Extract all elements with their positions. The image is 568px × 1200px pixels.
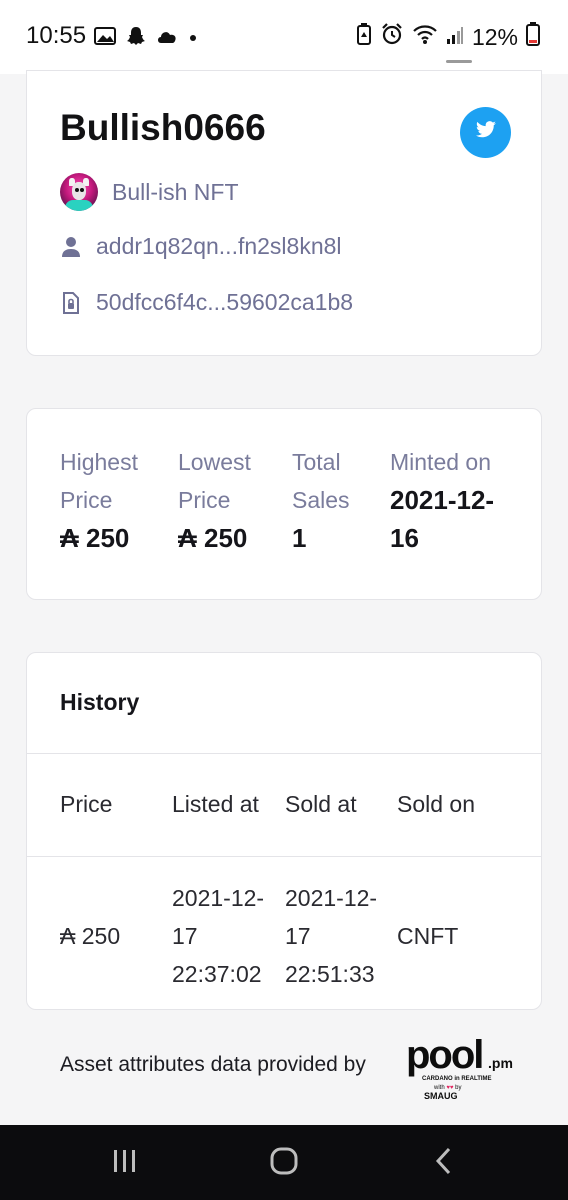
svg-text:.pm: .pm [488,1055,513,1071]
signal-icon [446,24,464,51]
collection-row[interactable]: Bull-ish NFT [60,173,239,211]
android-nav-bar [0,1125,568,1200]
twitter-share-button[interactable] [460,107,511,158]
cell-listed-at: 2021-12-17 22:37:02 [172,885,265,987]
column-header-sold-at: Sold at [285,791,357,817]
owner-address: addr1q82qn...fn2sl8kn8l [96,233,342,259]
status-bar: 10:55 12% [0,0,568,74]
alarm-icon [380,22,404,52]
scroll-indicator [72,60,472,66]
policy-file-icon [60,291,82,314]
cell-sold-at: 2021-12-17 22:51:33 [285,885,378,987]
cell-price: ₳ 250 [60,923,121,949]
recents-button[interactable] [95,1143,155,1183]
stat-value: ₳ 250 [178,523,248,553]
history-card: History Price Listed at Sold at Sold on … [26,652,542,1010]
divider [27,856,541,857]
system-icons: 12% [356,22,540,52]
collection-avatar [60,173,98,211]
stat-value: ₳ 250 [60,523,130,553]
stat-value: 2021-12-16 [390,485,495,553]
dot-icon [188,30,198,48]
attribution-text: Asset attributes data provided by [60,1053,366,1076]
user-icon [60,236,82,258]
column-header-price: Price [60,791,113,817]
poolpm-logo[interactable]: pool .pm CARDANO in REALTIME with ♥♥ by … [406,1033,518,1102]
snapchat-icon [126,26,146,51]
back-icon [433,1146,455,1181]
stat-label: Total Sales [292,449,350,513]
recents-icon [111,1148,139,1179]
wifi-icon [412,23,438,51]
stat-value: 1 [292,523,307,553]
policy-row[interactable]: 50dfcc6f4c...59602ca1b8 [60,289,353,316]
notification-icons [94,26,198,51]
stat-label: Highest Price [60,449,138,513]
divider [27,753,541,754]
stat-total-sales: Total Sales 1 [292,443,382,557]
owner-row[interactable]: addr1q82qn...fn2sl8kn8l [60,233,342,260]
stat-label: Lowest Price [178,449,251,513]
stats-card: Highest Price ₳ 250 Lowest Price ₳ 250 T… [26,408,542,600]
home-icon [269,1146,299,1181]
collection-name: Bull-ish NFT [112,178,239,205]
column-header-sold-on: Sold on [397,791,476,817]
stat-lowest-price: Lowest Price ₳ 250 [178,443,288,557]
home-button[interactable] [254,1143,314,1183]
history-title: History [60,689,140,715]
picture-icon [94,27,116,50]
twitter-icon [475,121,497,144]
back-button[interactable] [414,1143,474,1183]
cloud-icon [156,28,178,49]
battery-icon [526,22,540,52]
policy-id: 50dfcc6f4c...59602ca1b8 [96,289,354,315]
stat-minted-on: Minted on 2021-12-16 [390,443,520,557]
nft-title: Bullish0666 [60,107,266,148]
nft-info-card: Bullish0666 Bull-ish NFT addr1q82qn...fn… [26,70,542,356]
battery-saver-icon [356,23,372,51]
svg-text:CARDANO in REALTIME: CARDANO in REALTIME [422,1076,492,1082]
svg-text:pool: pool [406,1034,482,1077]
column-header-listed-at: Listed at [172,791,259,817]
cell-sold-on: CNFT [397,923,459,949]
status-time: 10:55 [26,22,87,49]
svg-text:SMAUG: SMAUG [424,1091,458,1101]
stat-highest-price: Highest Price ₳ 250 [60,443,170,557]
battery-percent: 12% [471,23,518,50]
stat-label: Minted on [390,449,492,475]
